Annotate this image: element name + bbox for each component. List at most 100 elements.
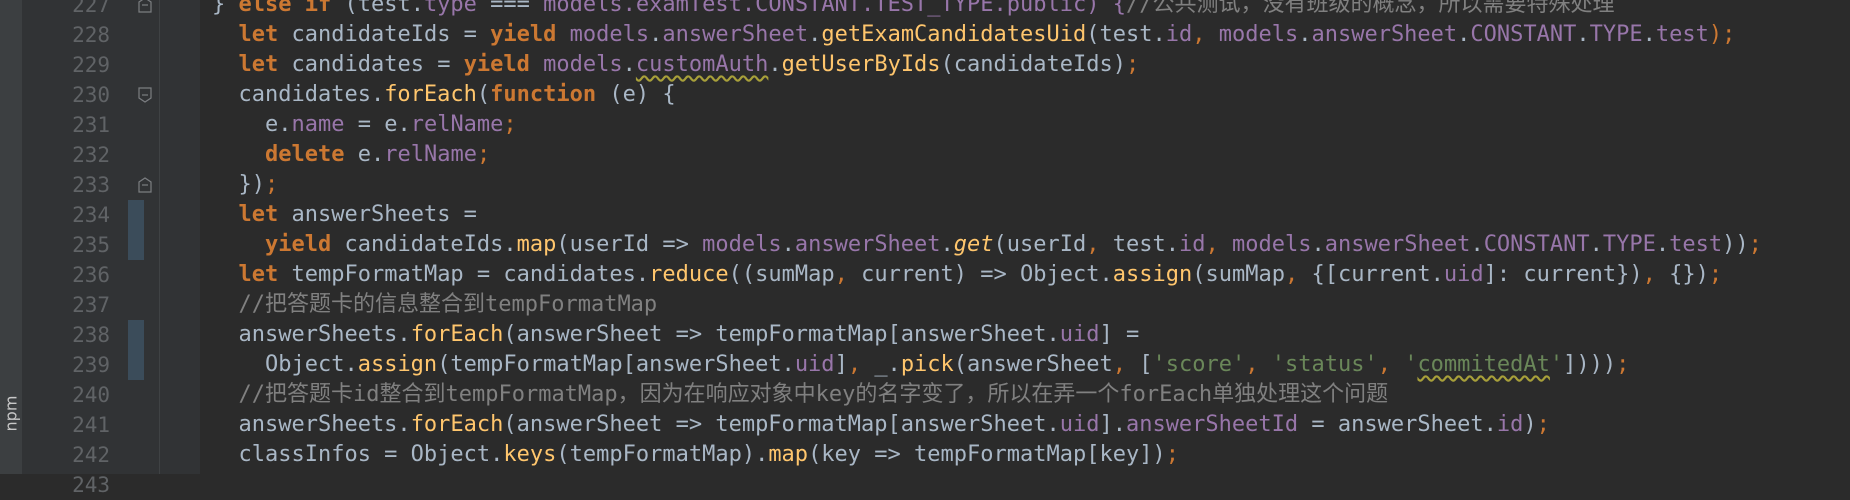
code-token: (userId =>: [556, 232, 703, 257]
code-text[interactable]: yield candidateIds.map(userId => models.…: [212, 230, 1762, 260]
line-number: 239: [72, 353, 110, 377]
code-token: = answerSheet.: [1298, 412, 1497, 437]
code-token: ,: [1245, 352, 1272, 377]
code-line[interactable]: 241 answerSheets.forEach(answerSheet => …: [0, 410, 1850, 440]
code-text[interactable]: let candidates = yield models.customAuth…: [212, 50, 1140, 80]
code-token: getUserByIds: [781, 52, 941, 77]
code-token: current) => Object.: [861, 262, 1113, 287]
fold-start-icon[interactable]: [137, 87, 153, 103]
line-number: 227: [72, 0, 110, 17]
code-text[interactable]: classInfos = Object.keys(tempFormatMap).…: [212, 440, 1179, 470]
code-line[interactable]: 235 yield candidateIds.map(userId => mod…: [0, 230, 1850, 260]
code-text[interactable]: //把答题卡id整合到tempFormatMap，因为在响应对象中key的名字变…: [212, 380, 1389, 410]
code-token: .CONSTANT.: [741, 0, 875, 17]
line-number: 230: [72, 83, 110, 107]
code-token: let: [238, 52, 279, 77]
code-text[interactable]: });: [212, 170, 278, 200]
code-token: answerSheets.: [212, 412, 411, 437]
code-token: (sumMap: [1192, 262, 1285, 287]
code-token: TYPE: [1602, 232, 1656, 257]
line-number: 234: [72, 203, 110, 227]
code-line[interactable]: 227 } else if (test.type === models.examT…: [0, 0, 1850, 20]
code-token: get: [953, 232, 994, 257]
code-token: .: [649, 22, 663, 47]
code-token: (e) {: [596, 82, 676, 107]
code-text[interactable]: answerSheets.forEach(answerSheet => temp…: [212, 410, 1549, 440]
code-token: uid: [794, 352, 835, 377]
vcs-change-marker[interactable]: [128, 350, 144, 380]
code-line[interactable]: 238 answerSheets.forEach(answerSheet => …: [0, 320, 1850, 350]
code-line[interactable]: 233 });: [0, 170, 1850, 200]
code-token: );: [1708, 22, 1736, 47]
code-text[interactable]: //把答题卡的信息整合到tempFormatMap: [212, 290, 658, 320]
code-token: ,: [1642, 262, 1670, 287]
code-token: type: [423, 0, 477, 17]
fold-end-icon[interactable]: [137, 0, 153, 13]
code-text[interactable]: let answerSheets =: [212, 200, 477, 230]
code-token: ,: [834, 262, 862, 287]
code-line[interactable]: 228 let candidateIds = yield models.answ…: [0, 20, 1850, 50]
code-token: }: [212, 0, 239, 17]
code-token: test.: [1112, 232, 1179, 257]
code-text[interactable]: Object.assign(tempFormatMap[answerSheet.…: [212, 350, 1629, 380]
line-number: 238: [72, 323, 110, 347]
code-line[interactable]: 237 //把答题卡的信息整合到tempFormatMap: [0, 290, 1850, 320]
code-line[interactable]: 240 //把答题卡id整合到tempFormatMap，因为在响应对象中key…: [0, 380, 1850, 410]
code-token: getExamCandidatesUid: [821, 22, 1087, 47]
code-text[interactable]: delete e.relName;: [212, 140, 490, 170]
code-token: 'status': [1271, 352, 1378, 377]
code-line[interactable]: 239 Object.assign(tempFormatMap[answerSh…: [0, 350, 1850, 380]
code-token: (test.: [1086, 22, 1166, 47]
vcs-change-marker[interactable]: [128, 200, 144, 230]
code-line[interactable]: 229 let candidates = yield models.custom…: [0, 50, 1850, 80]
code-token: ===: [476, 0, 544, 17]
code-token: (answerSheet => tempFormatMap[answerShee…: [503, 412, 1060, 437]
code-token: 'score': [1152, 352, 1246, 377]
code-text[interactable]: answerSheets.forEach(answerSheet => temp…: [212, 320, 1139, 350]
code-text[interactable]: } else if (test.type === models.examTest…: [212, 0, 1614, 20]
code-token: let: [238, 202, 279, 227]
vcs-change-marker[interactable]: [128, 320, 144, 350]
code-token: (answerSheet => tempFormatMap[answerShee…: [503, 322, 1060, 347]
code-token: .: [1589, 232, 1603, 257]
code-token: e.: [212, 112, 292, 137]
code-line[interactable]: 231 e.name = e.relName;: [0, 110, 1850, 140]
vcs-change-marker[interactable]: [128, 230, 144, 260]
code-token: models: [543, 52, 623, 77]
code-token: CONSTANT: [1483, 232, 1590, 257]
code-token: forEach: [410, 412, 504, 437]
fold-end-icon[interactable]: [137, 177, 153, 193]
code-line[interactable]: 234 let answerSheets =: [0, 200, 1850, 230]
code-line[interactable]: 236 let tempFormatMap = candidates.reduc…: [0, 260, 1850, 290]
code-token: (test.: [331, 0, 424, 17]
code-text[interactable]: let tempFormatMap = candidates.reduce((s…: [212, 260, 1723, 290]
code-token: (candidateIds): [940, 52, 1126, 77]
code-token: uid: [1443, 262, 1484, 287]
line-number: 241: [72, 413, 110, 437]
code-token: ;: [1708, 262, 1723, 287]
code-line[interactable]: 242 classInfos = Object.keys(tempFormatM…: [0, 440, 1850, 470]
code-line[interactable]: 230 candidates.forEach(function (e) {: [0, 80, 1850, 110]
code-text[interactable]: e.name = e.relName;: [212, 110, 517, 140]
code-token: map: [516, 232, 557, 257]
code-token: models: [702, 232, 782, 257]
code-line[interactable]: 232 delete e.relName;: [0, 140, 1850, 170]
code-token: models: [1218, 22, 1299, 47]
code-token: (userId: [993, 232, 1087, 257]
code-token: //公共测试，没有班级的概念，所以需要特殊处理: [1125, 0, 1615, 17]
code-token: (answerSheet: [953, 352, 1113, 377]
code-token: ;: [1165, 442, 1179, 467]
code-text[interactable]: let candidateIds = yield models.answerSh…: [212, 20, 1736, 50]
code-token: = e.: [344, 112, 411, 137]
code-line[interactable]: 243: [0, 470, 1850, 500]
code-token: pick: [900, 352, 954, 377]
code-token: candidates.: [212, 82, 385, 107]
code-text[interactable]: candidates.forEach(function (e) {: [212, 80, 676, 110]
code-token: ].: [1099, 412, 1126, 437]
code-token: )): [1722, 232, 1749, 257]
